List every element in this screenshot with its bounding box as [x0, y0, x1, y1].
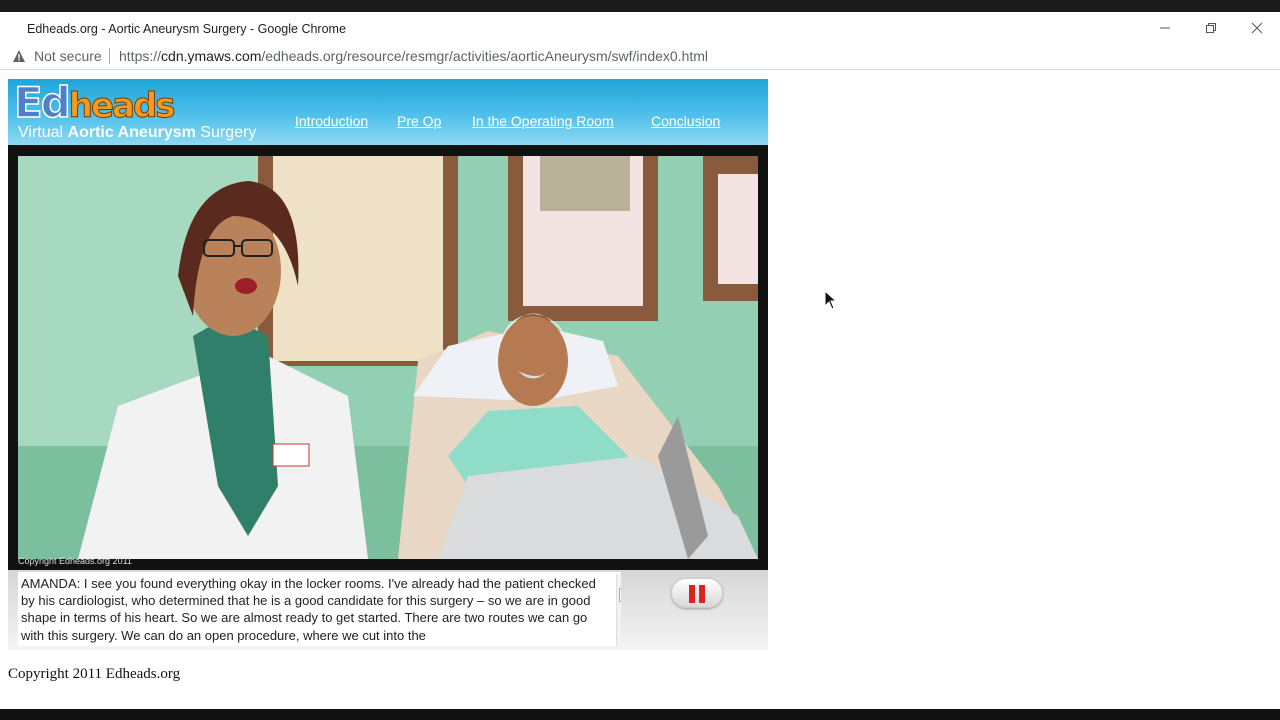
hospital-room-scene	[18, 156, 758, 559]
warning-icon[interactable]	[12, 49, 26, 63]
minimize-button[interactable]	[1142, 18, 1188, 42]
security-label[interactable]: Not secure	[34, 48, 102, 64]
scene-illustration	[18, 156, 758, 559]
window-title: Edheads.org - Aortic Aneurysm Surgery - …	[27, 22, 346, 36]
activity-subtitle: Virtual Aortic Aneurysm Surgery	[18, 124, 256, 142]
window-top-edge	[0, 0, 1280, 12]
url-domain: cdn.ymaws.com	[161, 48, 262, 64]
caption-box[interactable]: AMANDA: I see you found everything okay …	[18, 572, 621, 646]
nav-introduction[interactable]: Introduction	[295, 113, 368, 129]
mouse-cursor-icon	[824, 289, 838, 315]
scroll-thumb[interactable]	[619, 588, 621, 602]
nav-operating-room[interactable]: In the Operating Room	[472, 113, 614, 129]
logo-ed: Ed	[13, 78, 71, 127]
pause-button[interactable]	[671, 578, 723, 608]
url-path: /edheads.org/resource/resmgr/activities/…	[261, 48, 709, 64]
url-prefix: https://	[119, 48, 162, 64]
logo-heads: heads	[68, 86, 176, 127]
minimize-icon	[1159, 21, 1171, 39]
caption-panel: AMANDA: I see you found everything okay …	[8, 570, 768, 650]
title-bar: Edheads.org - Aortic Aneurysm Surgery - …	[0, 12, 1280, 44]
edheads-logo[interactable]: Edheads	[13, 78, 176, 128]
caption-scrollbar[interactable]: ▲ ▼	[616, 574, 621, 646]
nav-pre-op[interactable]: Pre Op	[397, 113, 441, 129]
window-bottom-edge	[0, 709, 1280, 720]
scroll-up-icon[interactable]: ▲	[619, 576, 621, 586]
footer-copyright: Copyright 2011 Edheads.org	[8, 666, 181, 682]
nav-conclusion[interactable]: Conclusion	[651, 113, 720, 129]
subtitle-post: Surgery	[195, 124, 257, 141]
scroll-down-icon[interactable]: ▼	[619, 634, 621, 644]
edheads-header: Edheads Virtual Aortic Aneurysm Surgery …	[8, 79, 768, 145]
stage-copyright: Copyright Edheads.org 2011	[18, 556, 132, 566]
subtitle-bold: Aortic Aneurysm	[67, 124, 196, 141]
close-icon	[1251, 21, 1263, 39]
address-bar[interactable]: Not secure https://cdn.ymaws.com/edheads…	[0, 44, 1280, 70]
address-separator	[109, 48, 110, 64]
pause-icon	[689, 585, 695, 603]
subtitle-pre: Virtual	[18, 124, 68, 141]
restore-button[interactable]	[1188, 18, 1234, 42]
pause-icon-bar	[699, 585, 705, 603]
close-button[interactable]	[1234, 18, 1280, 42]
caption-text: AMANDA: I see you found everything okay …	[21, 576, 596, 643]
animation-stage: Copyright Edheads.org 2011	[8, 145, 768, 570]
page-content: Edheads Virtual Aortic Aneurysm Surgery …	[0, 70, 1280, 709]
restore-icon	[1205, 21, 1217, 39]
url-field[interactable]: https://cdn.ymaws.com/edheads.org/resour…	[119, 48, 708, 64]
